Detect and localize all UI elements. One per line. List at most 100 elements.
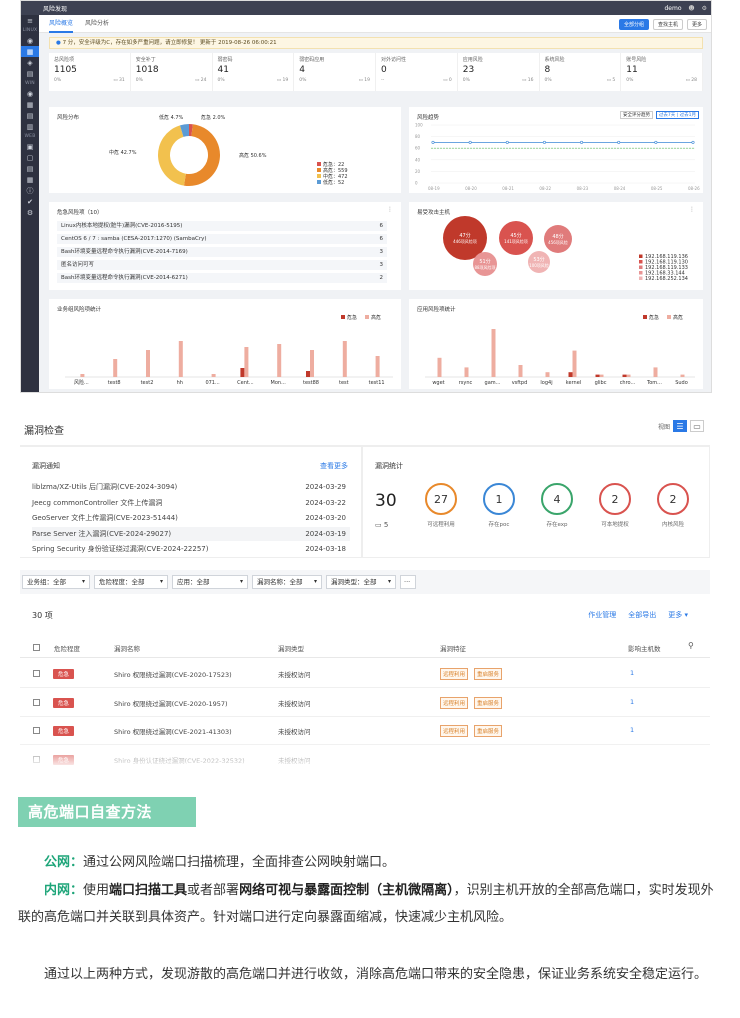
bar[interactable] xyxy=(277,344,282,377)
bar[interactable] xyxy=(491,329,496,377)
notice-row[interactable]: liblzma/XZ-Utils 后门漏洞(CVE-2024-3094) 2024… xyxy=(32,480,350,494)
col-hosts[interactable]: 影响主机数 xyxy=(628,643,661,653)
all-groups-select[interactable]: 全部分组 xyxy=(618,19,649,30)
bar[interactable] xyxy=(342,341,347,377)
bar[interactable] xyxy=(653,367,658,377)
nav-item-win-list-icon[interactable]: ▤ xyxy=(21,110,39,121)
bar[interactable] xyxy=(622,374,627,377)
notice-row[interactable]: Parse Server 注入漏洞(CVE-2024-29027) 2024-03… xyxy=(32,526,350,541)
nav-item-overview-icon[interactable]: ▦ xyxy=(21,46,39,57)
row-checkbox[interactable] xyxy=(33,670,40,677)
donut-slice[interactable] xyxy=(158,125,186,186)
bar[interactable] xyxy=(680,374,685,377)
bar[interactable] xyxy=(80,374,85,377)
job-manage-button[interactable]: 作业管理 xyxy=(588,610,616,620)
trend-point[interactable] xyxy=(542,140,546,144)
more-filters-button[interactable]: ··· xyxy=(400,575,416,589)
affected-hosts[interactable]: 1 xyxy=(630,698,634,706)
nav-item-web-file-icon[interactable]: ▢ xyxy=(21,152,39,163)
col-type[interactable]: 漏洞类型 xyxy=(278,643,304,653)
list-view-icon[interactable]: ☰ xyxy=(673,420,687,432)
table-row[interactable]: 危急 Shiro 权限绕过漏洞(CVE-2021-41303) 未授权访问 远程利用重… xyxy=(20,717,710,745)
risk-item[interactable]: Bash环境变量远程命令执行漏洞(CVE-2014-6271) 2 xyxy=(57,273,387,283)
more-actions-button[interactable]: 更多 ▾ xyxy=(668,610,688,620)
bar[interactable] xyxy=(244,347,249,377)
select-all-checkbox[interactable] xyxy=(33,644,40,651)
risk-item[interactable]: CentOS 6 / 7 : samba (CESA-2017:1270) (S… xyxy=(57,234,387,244)
nav-item-win-host-icon[interactable]: ◉ xyxy=(21,88,39,99)
notice-row[interactable]: GeoServer 文件上传漏洞(CVE-2023-51444) 2024-03-… xyxy=(32,511,350,525)
tab-risk-overview[interactable]: 风险概览 xyxy=(49,15,74,33)
nav-item-gear-icon[interactable]: ⚙ xyxy=(21,207,39,218)
find-host-button[interactable]: 查找主机 xyxy=(652,19,683,30)
affected-hosts[interactable]: 1 xyxy=(630,726,634,734)
nav-item-info-icon[interactable]: ⓘ xyxy=(21,185,39,196)
tab-risk-analysis[interactable]: 风险分析 xyxy=(85,15,109,33)
bar[interactable] xyxy=(240,368,245,377)
stat-card[interactable]: 总风险项 1105 0% ▭ 31 xyxy=(49,53,131,91)
bar[interactable] xyxy=(113,359,118,377)
trend-point[interactable] xyxy=(580,140,584,144)
bar[interactable] xyxy=(572,350,577,377)
vuln-name[interactable]: Shiro 权限绕过漏洞(CVE-2021-41303) xyxy=(114,726,232,736)
panel-menu-icon[interactable]: ⋮ xyxy=(387,206,393,213)
row-checkbox[interactable] xyxy=(33,698,40,706)
nav-item-win-overview-icon[interactable]: ▦ xyxy=(21,99,39,110)
user-icon[interactable]: ☻ xyxy=(688,5,694,12)
menu-icon[interactable]: ≡ xyxy=(21,15,39,26)
vuln-stat-circle[interactable]: 2 xyxy=(599,483,631,515)
vuln-name[interactable]: Shiro 权限绕过漏洞(CVE-2020-1957) xyxy=(114,698,228,708)
col-name[interactable]: 漏洞名称 xyxy=(114,643,140,653)
bar[interactable] xyxy=(375,356,380,377)
stat-card[interactable]: 安全补丁 1018 0% ▭ 24 xyxy=(131,53,213,91)
affected-hosts[interactable]: 1 xyxy=(630,669,634,677)
col-features[interactable]: 漏洞特征 xyxy=(440,643,466,653)
filter-select[interactable]: 危险程度：全部 ▾ xyxy=(94,575,168,589)
bar[interactable] xyxy=(437,357,442,377)
filter-select[interactable]: 业务组：全部 ▾ xyxy=(22,575,90,589)
table-row[interactable]: 危急 Shiro 权限绕过漏洞(CVE-2020-17523) 未授权访问 远程利用重… xyxy=(20,660,710,688)
bar[interactable] xyxy=(599,374,604,377)
stat-card[interactable]: 账号风险 11 0% ▭ 28 xyxy=(621,53,703,91)
stat-card[interactable]: 系统风险 8 0% ▭ 5 xyxy=(540,53,622,91)
stat-card[interactable]: 对外访问性 0 -- ▭ 0 xyxy=(376,53,458,91)
row-checkbox[interactable] xyxy=(33,727,40,734)
bar[interactable] xyxy=(211,374,216,377)
bar[interactable] xyxy=(310,350,314,377)
stat-card[interactable]: 弱密码 41 0% ▭ 19 xyxy=(213,53,295,91)
bar[interactable] xyxy=(545,372,550,377)
stat-card[interactable]: 应用风险 23 0% ▭ 16 xyxy=(458,53,540,91)
nav-item-host-icon[interactable]: ◉ xyxy=(21,35,39,46)
table-row[interactable]: 危急 Shiro 权限绕过漏洞(CVE-2020-1957) 未授权访问 远程利用 重启… xyxy=(20,689,710,717)
vuln-stat-circle[interactable]: 1 xyxy=(483,483,515,515)
column-settings-icon[interactable]: ⚲ xyxy=(688,641,694,650)
settings-icon[interactable]: ⚙ xyxy=(702,5,707,12)
nav-item-win-grid-icon[interactable]: ▥ xyxy=(21,121,39,132)
bar[interactable] xyxy=(595,374,600,377)
notice-row[interactable]: Spring Security 身份验证绕过漏洞(CVE-2024-22257)… xyxy=(32,542,350,556)
trend-point[interactable] xyxy=(468,140,472,144)
stat-card[interactable]: 弱密码应用 4 0% ▭ 19 xyxy=(294,53,376,91)
trend-point[interactable] xyxy=(654,140,658,144)
trend-point[interactable] xyxy=(617,140,621,144)
bar[interactable] xyxy=(464,367,469,377)
nav-item-list-icon[interactable]: ▤ xyxy=(21,68,39,79)
bar[interactable] xyxy=(626,374,631,377)
trend-point[interactable] xyxy=(505,140,509,144)
nav-item-web-report-icon[interactable]: ▤ xyxy=(21,163,39,174)
bar[interactable] xyxy=(146,350,150,377)
vuln-stat-circle[interactable]: 4 xyxy=(541,483,573,515)
bar[interactable] xyxy=(306,371,310,377)
bar[interactable] xyxy=(178,341,183,377)
nav-item-check-icon[interactable]: ✔ xyxy=(21,196,39,207)
nav-item-calendar-icon[interactable]: ▦ xyxy=(21,174,39,185)
user-area[interactable]: demo ☻ ⚙ xyxy=(664,5,707,12)
vuln-stat-circle[interactable]: 27 xyxy=(425,483,457,515)
see-more-link[interactable]: 查看更多 xyxy=(320,461,348,471)
bar[interactable] xyxy=(568,372,573,377)
nav-item-shield-icon[interactable]: ◈ xyxy=(21,57,39,68)
user-name[interactable]: demo xyxy=(664,5,681,12)
trend-point[interactable] xyxy=(431,140,435,144)
filter-select[interactable]: 漏洞名称：全部 ▾ xyxy=(252,575,322,589)
risk-item[interactable]: Linux内核本地提权(脏牛)漏洞(CVE-2016-5195) 6 xyxy=(57,221,387,231)
